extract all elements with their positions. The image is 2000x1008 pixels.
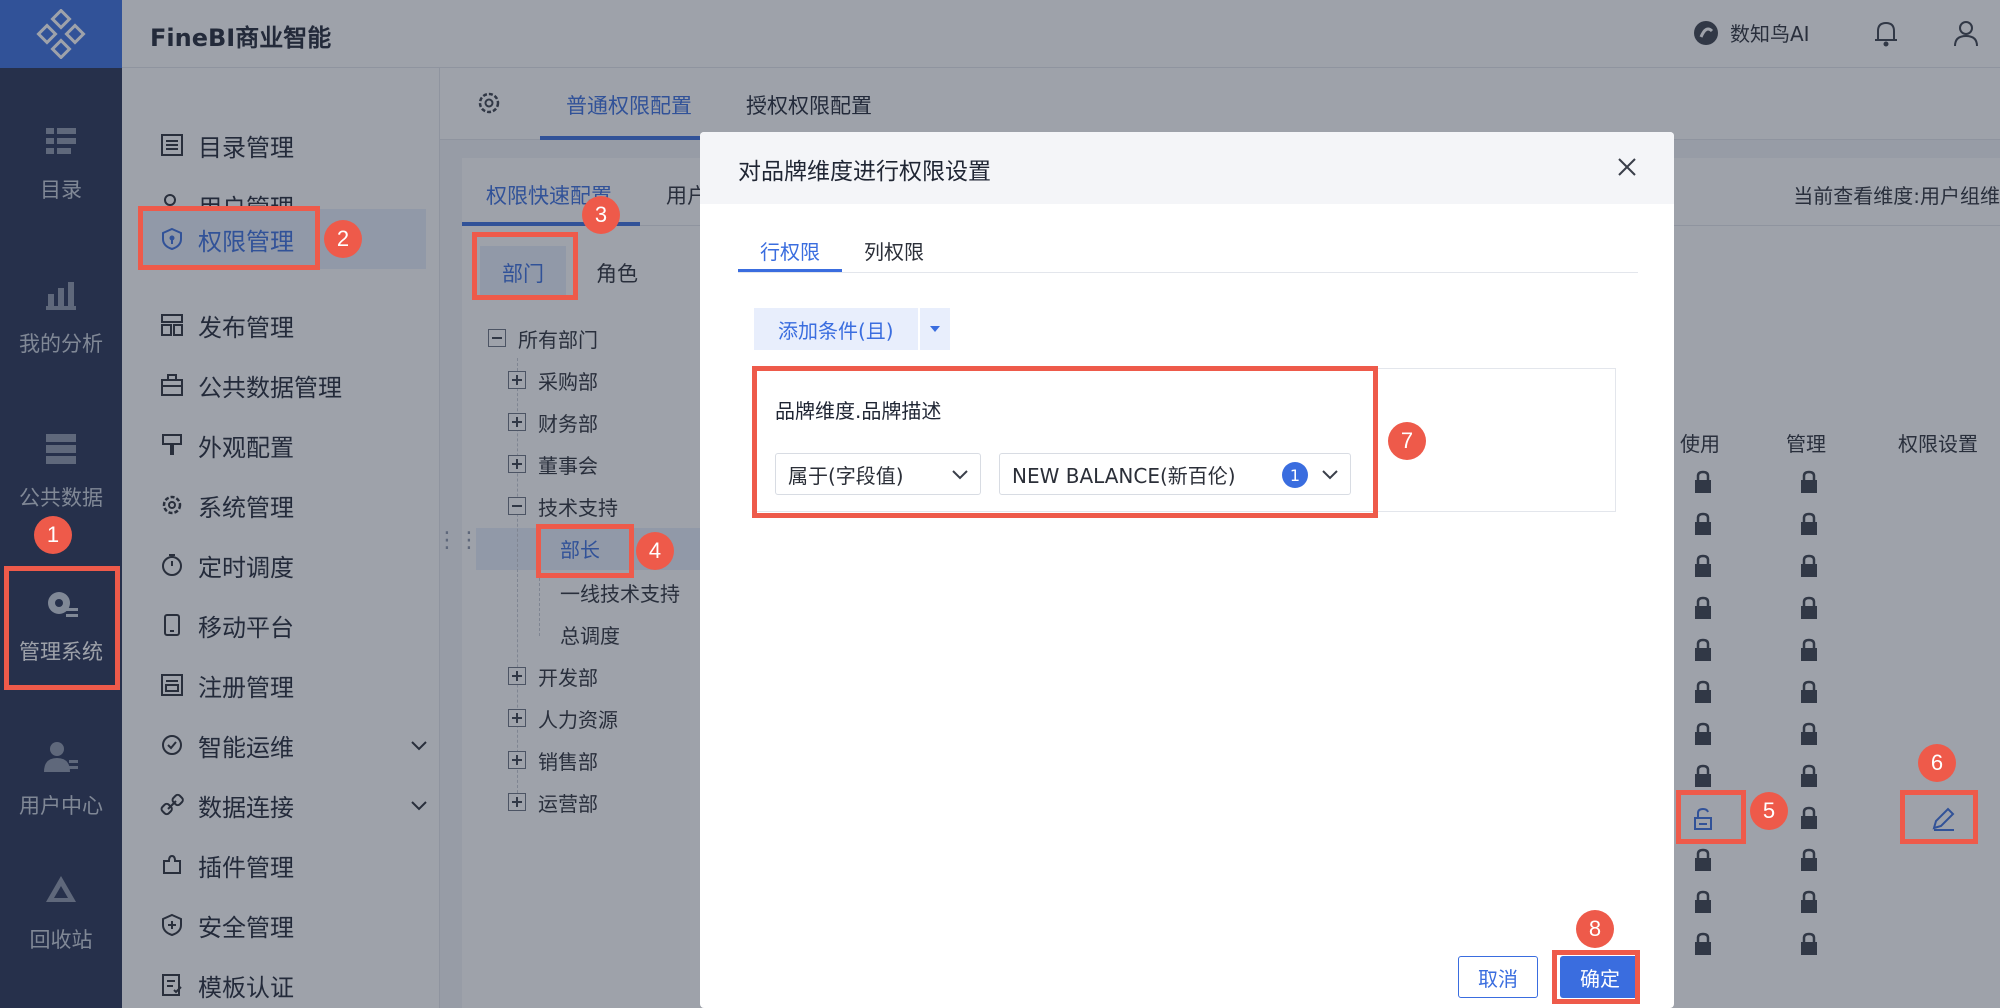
step-marker: 6: [1918, 744, 1956, 782]
cancel-button[interactable]: 取消: [1458, 956, 1538, 998]
close-icon[interactable]: [1616, 156, 1638, 178]
step-marker: 7: [1388, 422, 1426, 460]
step-marker: 1: [34, 516, 72, 554]
tab-active-indicator: [738, 269, 842, 272]
add-condition-group: 添加条件(且): [754, 308, 950, 350]
highlight-edit-button: [1900, 790, 1978, 844]
highlight-department-tab: [472, 232, 578, 300]
tab-column-permission[interactable]: 列权限: [864, 236, 924, 265]
step-marker: 2: [324, 220, 362, 258]
tab-divider: [738, 272, 1638, 273]
highlight-admin-system: [4, 566, 120, 690]
step-marker: 3: [582, 196, 620, 234]
caret-down-icon: [929, 326, 940, 332]
dialog-header: 对品牌维度进行权限设置: [700, 132, 1674, 204]
step-marker: 5: [1750, 792, 1788, 830]
step-marker: 8: [1576, 910, 1614, 948]
highlight-permission-menu: [138, 206, 320, 270]
tab-row-permission[interactable]: 行权限: [760, 236, 820, 265]
highlight-director-node: [536, 524, 634, 578]
step-marker: 4: [636, 532, 674, 570]
highlight-confirm-button: [1552, 950, 1640, 1004]
highlight-use-lock: [1676, 790, 1746, 844]
highlight-condition: [752, 366, 1378, 518]
permission-dialog: 对品牌维度进行权限设置 行权限 列权限 添加条件(且) 品牌维度.品牌描述 属于…: [700, 132, 1674, 1008]
add-condition-dropdown[interactable]: [919, 308, 950, 350]
add-condition-button[interactable]: 添加条件(且): [754, 308, 918, 350]
dialog-title: 对品牌维度进行权限设置: [738, 159, 991, 185]
